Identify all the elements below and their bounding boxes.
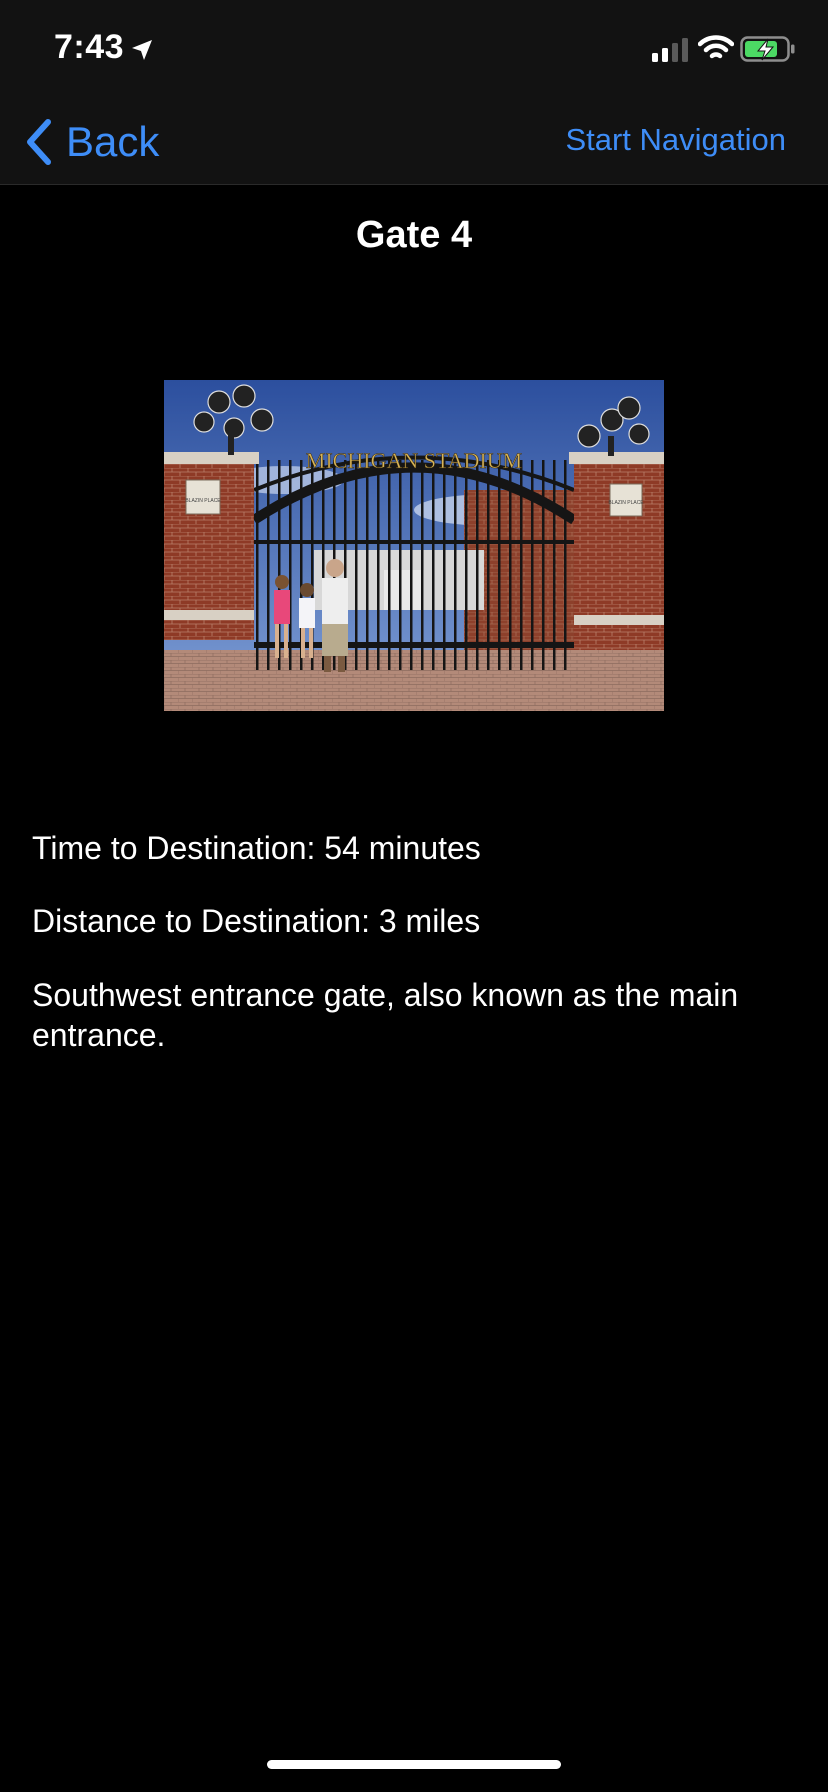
- time-to-destination: Time to Destination: 54 minutes: [32, 830, 481, 866]
- gate-description: Southwest entrance gate, also known as t…: [32, 977, 739, 1053]
- distance-to-destination: Distance to Destination: 3 miles: [32, 903, 481, 939]
- start-navigation-button[interactable]: Start Navigation: [565, 122, 786, 158]
- wifi-icon: [698, 35, 734, 59]
- battery-charging-icon: [740, 36, 795, 62]
- status-bar: 7:43: [0, 0, 828, 100]
- chevron-left-icon: [27, 119, 51, 165]
- back-button-label: Back: [66, 118, 160, 165]
- location-arrow-icon: [132, 40, 152, 60]
- cellular-signal-icon: [652, 38, 688, 62]
- home-indicator[interactable]: [267, 1760, 561, 1769]
- status-time: 7:43: [54, 28, 125, 66]
- stadium-gate-image: MICHIGAN STADIUM BLAZIN PLACE BLAZIN PLA…: [164, 380, 664, 711]
- back-button[interactable]: Back: [24, 114, 159, 170]
- right-plaque-text: BLAZIN PLACE: [608, 500, 644, 506]
- gate-photo: MICHIGAN STADIUM BLAZIN PLACE BLAZIN PLA…: [164, 380, 664, 711]
- navigation-bar: Back Start Navigation: [0, 100, 828, 185]
- left-plaque-text: BLAZIN PLACE: [185, 498, 221, 504]
- gate-sign-text: MICHIGAN STADIUM: [306, 448, 522, 473]
- page-title: Gate 4: [355, 214, 473, 256]
